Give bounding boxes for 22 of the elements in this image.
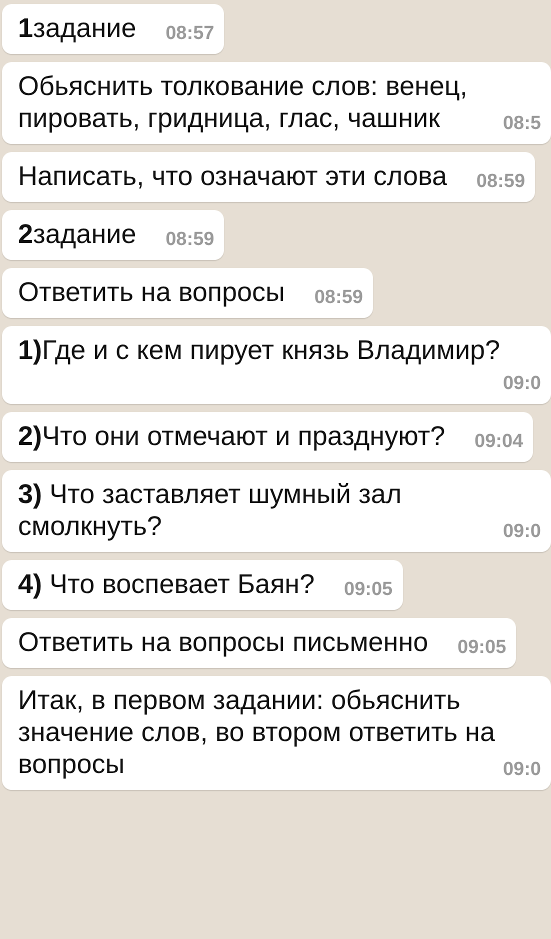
- message-time: 08:5: [502, 112, 541, 136]
- message-text: Обьяснить толкование слов: венец, пировать, гридница, глас, чашник: [18, 71, 468, 133]
- message-text: 2задание: [18, 219, 136, 249]
- message-text: Ответить на вопросы письменно: [18, 627, 428, 657]
- message-text: Итак, в первом задании: обьяснить значение слов, во втором ответить на вопросы: [18, 685, 495, 779]
- message-time: 08:59: [314, 286, 363, 310]
- message-text: 2)Что они отмечают и празднуют?: [18, 421, 446, 451]
- message-time: 09:05: [458, 636, 506, 660]
- message-text: 1задание: [18, 13, 136, 43]
- message-text: Написать, что означают эти слова: [18, 161, 448, 191]
- message-text: 3) Что заставляет шумный зал смолкнуть?: [18, 479, 402, 541]
- message-time: 09:0: [502, 758, 541, 782]
- message-text: Ответить на вопросы: [18, 277, 285, 307]
- message-text: 4) Что воспевает Баян?: [18, 569, 315, 599]
- message-time: 09:05: [344, 578, 393, 602]
- message-time: 08:59: [476, 170, 526, 194]
- message-time: 08:59: [166, 228, 214, 252]
- message-time: 09:04: [474, 430, 524, 454]
- message-time: 08:57: [166, 22, 214, 46]
- message-time: 09:0: [502, 520, 541, 544]
- message-time: 09:0: [502, 372, 541, 396]
- message-text: 1)Где и с кем пирует князь Владимир?: [18, 335, 500, 365]
